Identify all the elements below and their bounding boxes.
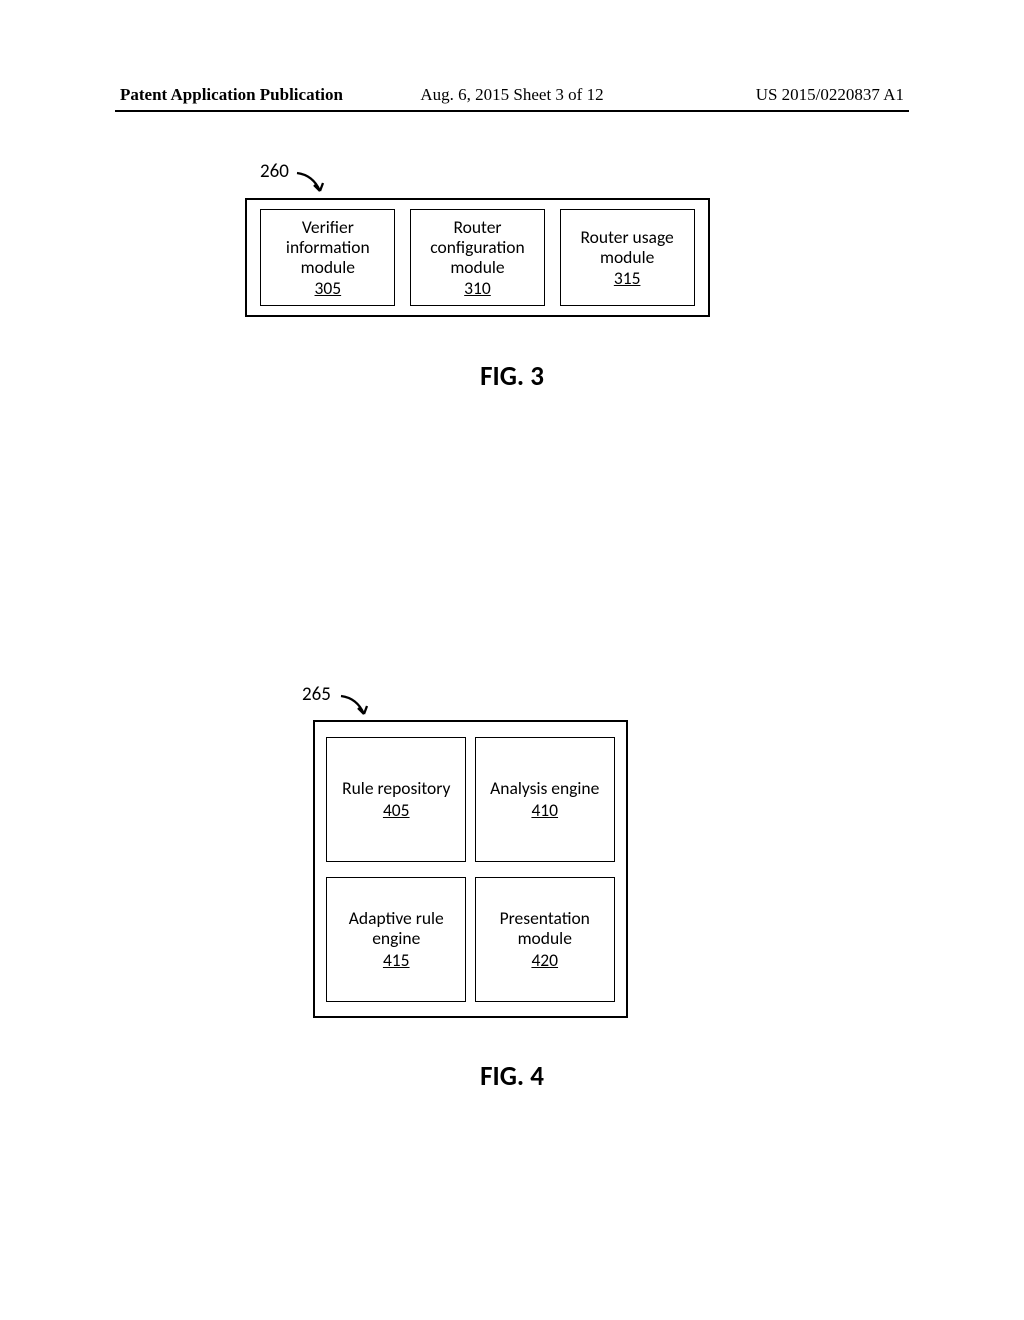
- fig4-container-box: Rule repository 405 Analysis engine 410 …: [313, 720, 628, 1018]
- module-name: Rule repository: [342, 778, 450, 798]
- analysis-engine-box: Analysis engine 410: [475, 737, 615, 862]
- rule-repository-box: Rule repository 405: [326, 737, 466, 862]
- module-name: Verifier information module: [261, 217, 394, 277]
- module-number: 410: [531, 800, 558, 820]
- router-configuration-module-box: Router configuration module 310: [410, 209, 545, 306]
- module-name: Analysis engine: [490, 778, 599, 798]
- module-name: Presentation module: [476, 908, 614, 948]
- fig4-reference-number: 265: [302, 683, 331, 706]
- fig4-caption: FIG. 4: [480, 1060, 544, 1093]
- presentation-module-box: Presentation module 420: [475, 877, 615, 1002]
- header-divider: [115, 110, 909, 112]
- header-center-text: Aug. 6, 2015 Sheet 3 of 12: [420, 85, 603, 105]
- router-usage-module-box: Router usage module 315: [560, 209, 695, 306]
- verifier-information-module-box: Verifier information module 305: [260, 209, 395, 306]
- module-number: 420: [531, 950, 558, 970]
- header-left-text: Patent Application Publication: [120, 85, 343, 105]
- fig3-reference-number: 260: [260, 160, 289, 183]
- adaptive-rule-engine-box: Adaptive rule engine 415: [326, 877, 466, 1002]
- module-name: Router configuration module: [411, 217, 544, 277]
- fig3-caption: FIG. 3: [480, 360, 544, 393]
- module-number: 415: [383, 950, 410, 970]
- fig3-reference-arrow-icon: [295, 171, 345, 201]
- module-number: 405: [383, 800, 410, 820]
- module-name: Router usage module: [561, 227, 694, 267]
- page-header: Patent Application Publication Aug. 6, 2…: [0, 85, 1024, 105]
- header-right-text: US 2015/0220837 A1: [756, 85, 904, 105]
- fig3-container-box: Verifier information module 305 Router c…: [245, 198, 710, 317]
- module-number: 310: [464, 278, 491, 298]
- module-number: 305: [315, 278, 342, 298]
- module-number: 315: [614, 268, 641, 288]
- module-name: Adaptive rule engine: [327, 908, 465, 948]
